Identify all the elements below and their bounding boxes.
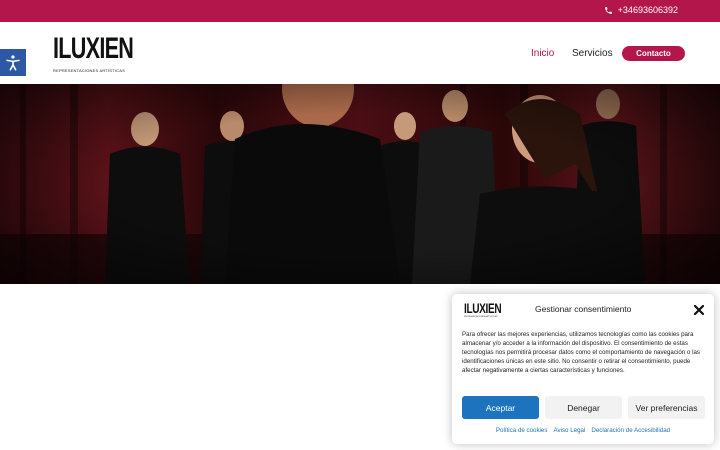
nav-servicios[interactable]: Servicios: [572, 48, 613, 59]
preferences-button[interactable]: Ver preferencias: [628, 396, 705, 419]
accessibility-statement-link[interactable]: Declaración de Accesibilidad: [591, 427, 670, 434]
contact-button[interactable]: Contacto: [622, 46, 685, 61]
consent-logo-tagline: REPRESENTACIONES ARTÍSTICAS: [464, 316, 498, 318]
legal-notice-link[interactable]: Aviso Legal: [553, 427, 585, 434]
accept-button[interactable]: Aceptar: [462, 396, 539, 419]
logo-tagline: REPRESENTACIONES ARTÍSTICAS: [53, 68, 125, 73]
accessibility-button[interactable]: [0, 49, 26, 76]
consent-logo-wordmark: ILUXIEN: [464, 300, 502, 316]
top-bar: +34693606392: [0, 0, 720, 22]
site-logo[interactable]: ILUXIEN REPRESENTACIONES ARTÍSTICAS: [53, 32, 134, 74]
phone-icon: [604, 6, 612, 14]
nav-inicio[interactable]: Inicio: [531, 48, 554, 59]
consent-body: Para ofrecer las mejores experiencias, u…: [462, 331, 701, 374]
phone-link[interactable]: +34693606392: [604, 5, 678, 15]
phone-number[interactable]: +34693606392: [618, 5, 678, 15]
cookie-consent-dialog: ILUXIEN REPRESENTACIONES ARTÍSTICAS Gest…: [452, 294, 714, 444]
deny-button[interactable]: Denegar: [545, 396, 622, 419]
close-icon[interactable]: [693, 304, 705, 316]
consent-title: Gestionar consentimiento: [535, 304, 632, 314]
logo-wordmark: ILUXIEN: [53, 32, 134, 65]
site-header: ILUXIEN REPRESENTACIONES ARTÍSTICAS Inic…: [0, 22, 720, 84]
hero-image: [0, 84, 720, 284]
accessibility-icon: [6, 54, 20, 71]
cookie-policy-link[interactable]: Política de cookies: [496, 427, 548, 434]
consent-links: Política de cookies Aviso Legal Declarac…: [452, 427, 714, 434]
consent-logo: ILUXIEN REPRESENTACIONES ARTÍSTICAS: [464, 300, 502, 319]
